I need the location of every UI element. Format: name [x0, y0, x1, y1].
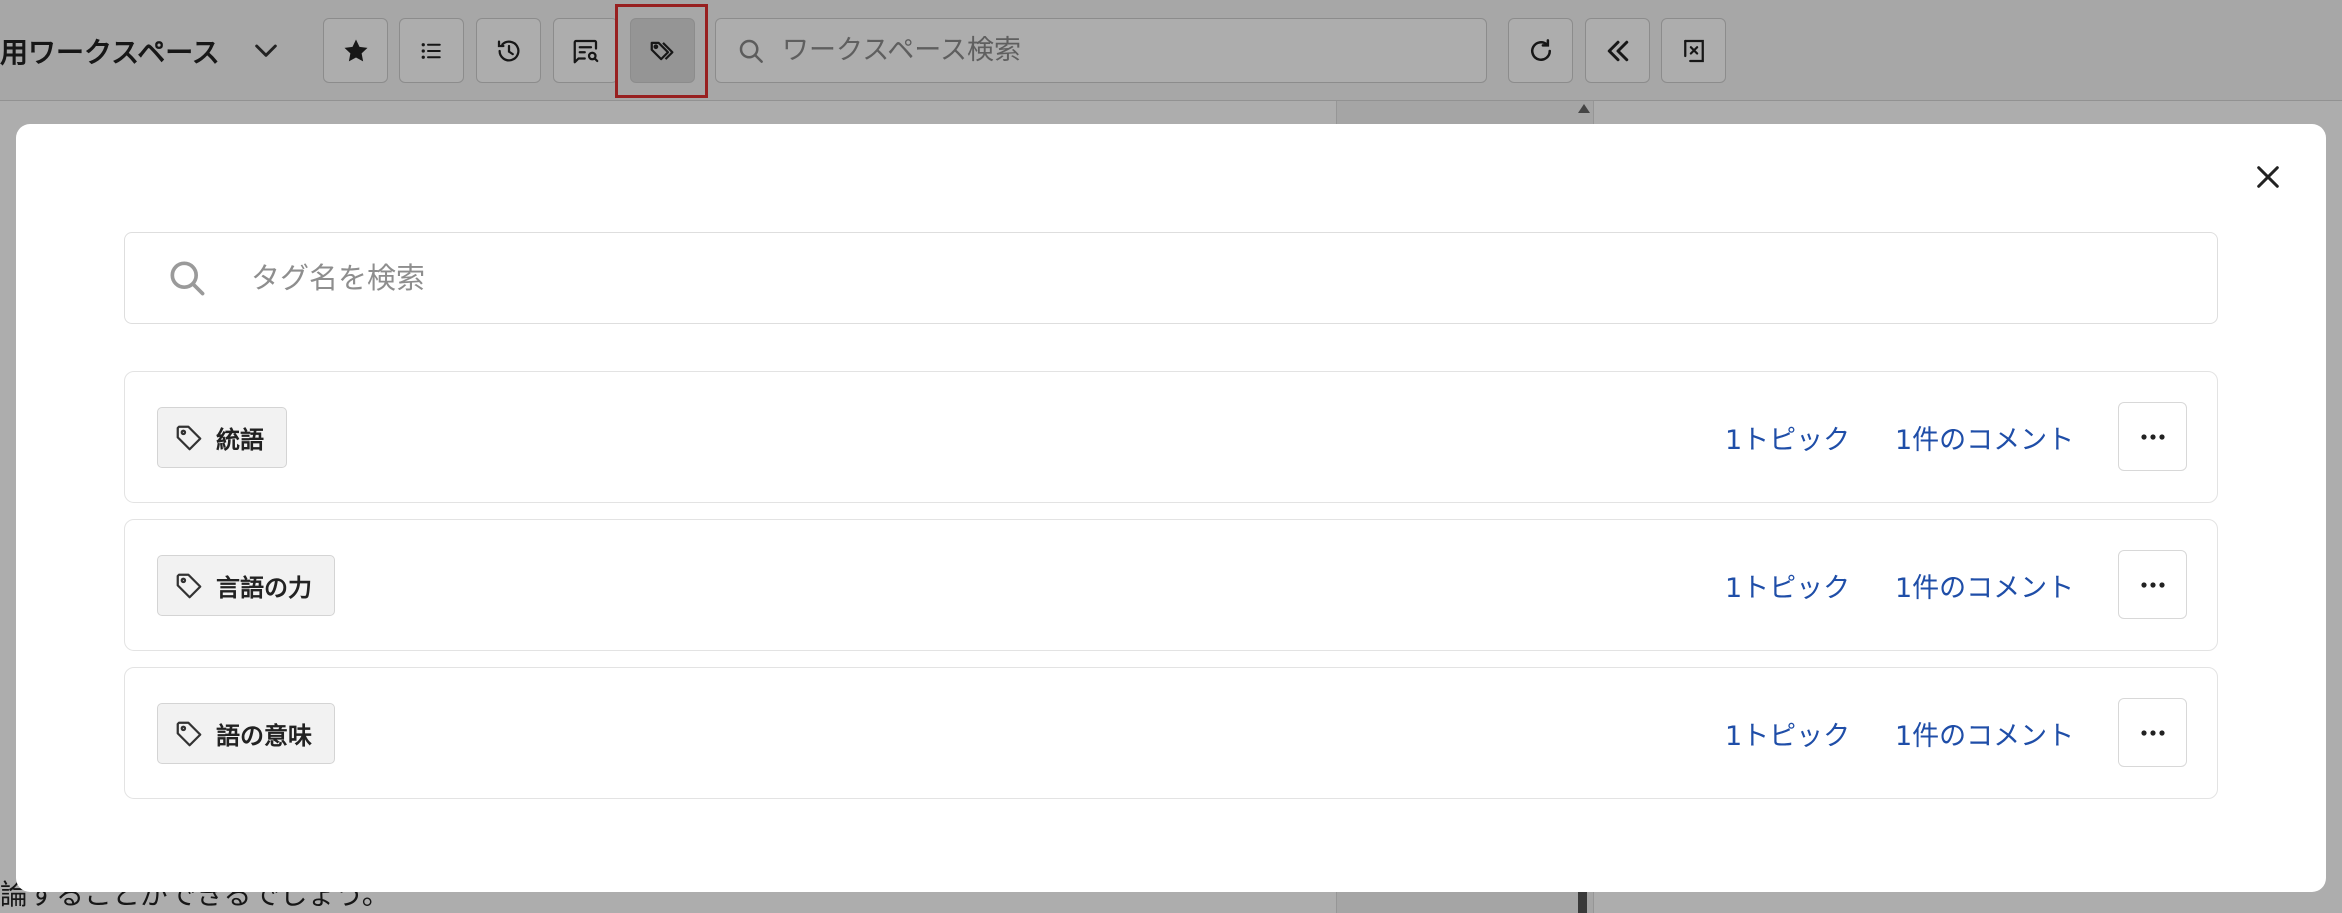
tag-row: 語の意味 1トピック 1件のコメント	[124, 667, 2218, 799]
tag-name: 言語の力	[216, 574, 312, 602]
tag-chip[interactable]: 語の意味	[157, 703, 335, 764]
tag-name: 語の意味	[216, 722, 312, 750]
tag-topics-link[interactable]: 1トピック	[1725, 418, 1850, 457]
tag-comments-link[interactable]: 1件のコメント	[1895, 714, 2074, 753]
tag-search-input[interactable]	[249, 260, 2149, 296]
tag-row: 言語の力 1トピック 1件のコメント	[124, 519, 2218, 651]
more-icon	[2140, 581, 2165, 588]
search-icon	[170, 261, 205, 296]
tag-chip[interactable]: 言語の力	[157, 555, 335, 616]
tag-chip[interactable]: 統語	[157, 407, 287, 468]
tag-more-button[interactable]	[2118, 402, 2187, 471]
tag-icon	[176, 425, 202, 450]
more-icon	[2140, 729, 2165, 736]
more-icon	[2140, 433, 2165, 440]
tag-row: 統語 1トピック 1件のコメント	[124, 371, 2218, 503]
close-icon	[2257, 166, 2279, 188]
tag-topics-link[interactable]: 1トピック	[1725, 566, 1850, 605]
tag-comments-link[interactable]: 1件のコメント	[1895, 418, 2074, 457]
tag-icon	[176, 721, 202, 746]
modal-close-button[interactable]	[2244, 153, 2292, 201]
tag-more-button[interactable]	[2118, 698, 2187, 767]
tag-more-button[interactable]	[2118, 550, 2187, 619]
tag-name: 統語	[216, 426, 264, 454]
tag-search-field[interactable]	[124, 232, 2218, 324]
tag-topics-link[interactable]: 1トピック	[1725, 714, 1850, 753]
tag-comments-link[interactable]: 1件のコメント	[1895, 566, 2074, 605]
tag-icon	[176, 573, 202, 598]
